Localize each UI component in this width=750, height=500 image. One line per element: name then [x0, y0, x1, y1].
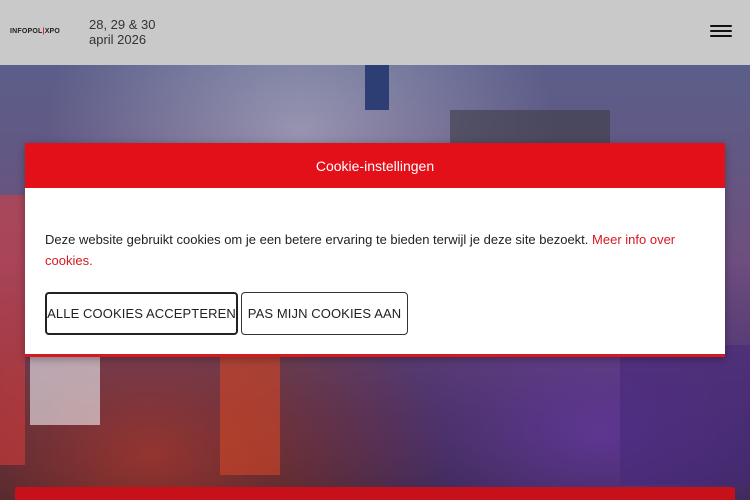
- customize-cookies-button[interactable]: PAS MIJN COOKIES AAN: [241, 292, 408, 335]
- cookie-dialog-text: Deze website gebruikt cookies om je een …: [45, 229, 685, 271]
- event-dates: 28, 29 & 30 april 2026: [89, 17, 156, 47]
- site-header: INFOPOL|XPO 28, 29 & 30 april 2026: [0, 0, 750, 65]
- hamburger-menu-icon[interactable]: [710, 22, 732, 40]
- cookie-dialog-title: Cookie-instellingen: [25, 143, 725, 188]
- accept-all-cookies-button[interactable]: ALLE COOKIES ACCEPTEREN: [45, 292, 238, 335]
- cookie-dialog-message: Deze website gebruikt cookies om je een …: [45, 232, 593, 247]
- cookie-consent-dialog: Cookie-instellingen Deze website gebruik…: [25, 143, 725, 357]
- logo-text-main: INFOPOL: [10, 28, 43, 35]
- bottom-banner-bar: [15, 487, 735, 500]
- event-dates-line1: 28, 29 & 30: [89, 17, 156, 32]
- site-logo[interactable]: INFOPOL|XPO: [10, 28, 60, 35]
- event-dates-line2: april 2026: [89, 32, 147, 47]
- logo-text-accent: XPO: [44, 28, 61, 35]
